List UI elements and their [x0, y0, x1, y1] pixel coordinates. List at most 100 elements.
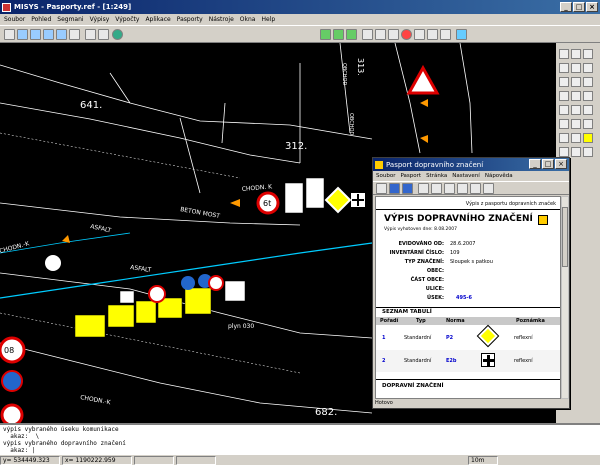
copy-icon[interactable] — [559, 105, 569, 115]
raster-icon[interactable] — [456, 29, 467, 40]
main-toolbar — [0, 25, 600, 43]
grid-icon[interactable] — [375, 29, 386, 40]
area-icon[interactable] — [559, 147, 569, 157]
menu-nastroje[interactable]: Nástroje — [209, 16, 234, 23]
field-value-usek[interactable]: 495-6 — [456, 295, 472, 301]
report-logo-icon — [538, 215, 548, 225]
dialog-minimize-button[interactable]: _ — [529, 159, 541, 169]
dialog-help-icon[interactable] — [483, 183, 494, 194]
dialog-settings-icon[interactable] — [470, 183, 481, 194]
symbol-tool-icon[interactable] — [571, 91, 581, 101]
status-scale: 10m — [468, 455, 498, 465]
street-obchod-2: OBCHOD — [348, 113, 354, 135]
dialog-scroll-thumb[interactable] — [562, 207, 568, 267]
cmd-line: výpis vybraného dopravního značení — [3, 440, 126, 447]
menu-vypisy[interactable]: Výpisy — [90, 16, 110, 23]
parcel-682: 682. — [315, 407, 337, 418]
attribute-icon[interactable] — [559, 133, 569, 143]
dialog-menu-pasport[interactable]: Pasport — [400, 173, 421, 179]
next-record-icon[interactable] — [402, 183, 413, 194]
maximize-button[interactable]: □ — [573, 2, 585, 12]
redo-icon[interactable] — [571, 49, 581, 59]
parcel-312: 312. — [285, 141, 307, 152]
redraw-icon[interactable] — [69, 29, 80, 40]
cmd-line: výpis vybraného úseku komunikace — [3, 426, 119, 433]
prev-record-icon[interactable] — [389, 183, 400, 194]
move-icon[interactable] — [571, 77, 581, 87]
menu-soubor[interactable]: Soubor — [4, 16, 25, 23]
minimize-button[interactable]: _ — [560, 2, 572, 12]
field-label-usek: ÚSEK: — [427, 295, 444, 301]
sign-tool-icon[interactable] — [583, 133, 593, 143]
row-norm: P2 — [446, 335, 454, 341]
menubar: Soubor Pohled Segmani Výpisy Výpočty Apl… — [0, 14, 600, 25]
dialog-menu-soubor[interactable]: Soubor — [376, 173, 395, 179]
zoom-all-icon[interactable] — [56, 29, 67, 40]
find-icon[interactable] — [440, 29, 451, 40]
select-icon[interactable] — [414, 29, 425, 40]
edit-vertex-icon[interactable] — [559, 77, 569, 87]
hatch-tool-icon[interactable] — [583, 91, 593, 101]
table-row[interactable]: 1 Standardní P2 reflexní — [376, 324, 560, 349]
dialog-copy-icon[interactable] — [444, 183, 455, 194]
query-icon[interactable] — [571, 133, 581, 143]
street-chodn-k-3: CHODN.-K — [80, 394, 112, 406]
layer-toggle-2-icon[interactable] — [333, 29, 344, 40]
speed-sign-number: 6t — [263, 199, 271, 208]
row-type: Standardní — [404, 335, 432, 341]
zoom-out-icon[interactable] — [30, 29, 41, 40]
menu-segmani[interactable]: Segmani — [57, 16, 83, 23]
close-button[interactable]: × — [586, 2, 598, 12]
dialog-menu-stranka[interactable]: Stránka — [426, 173, 447, 179]
dialog-scrollbar[interactable] — [561, 196, 569, 399]
mirror-icon[interactable] — [571, 105, 581, 115]
menu-aplikace[interactable]: Aplikace — [145, 16, 170, 23]
status-empty-1 — [134, 455, 174, 465]
first-record-icon[interactable] — [376, 183, 387, 194]
pan-tool-icon[interactable] — [4, 29, 15, 40]
dialog-close-button[interactable]: × — [555, 159, 567, 169]
command-console[interactable]: výpis vybraného úseku komunikace akaz: \… — [0, 423, 600, 454]
zoom-in-icon[interactable] — [17, 29, 28, 40]
menu-help[interactable]: Help — [261, 16, 275, 23]
cmd-input[interactable]: akaz: | — [3, 447, 597, 454]
draw-polyline-icon[interactable] — [571, 63, 581, 73]
angle-icon[interactable] — [583, 147, 593, 157]
dialog-menu-nastaveni[interactable]: Nastavení — [452, 173, 480, 179]
break-icon[interactable] — [583, 119, 593, 129]
layers-icon[interactable] — [98, 29, 109, 40]
print-icon[interactable] — [85, 29, 96, 40]
text-tool-icon[interactable] — [559, 91, 569, 101]
trim-icon[interactable] — [559, 119, 569, 129]
globe-icon[interactable] — [112, 29, 123, 40]
layer-toggle-3-icon[interactable] — [346, 29, 357, 40]
rotate-icon[interactable] — [583, 77, 593, 87]
menu-pasporty[interactable]: Pasporty — [177, 16, 203, 23]
dialog-maximize-button[interactable]: □ — [542, 159, 554, 169]
extend-icon[interactable] — [571, 119, 581, 129]
zoom-window-icon[interactable] — [43, 29, 54, 40]
dialog-print-icon[interactable] — [418, 183, 429, 194]
menu-vypocty[interactable]: Výpočty — [115, 16, 139, 23]
stop-icon[interactable] — [401, 29, 412, 40]
draw-arc-icon[interactable] — [583, 63, 593, 73]
length-icon[interactable] — [571, 147, 581, 157]
scale-icon[interactable] — [583, 105, 593, 115]
dialog-preview-icon[interactable] — [431, 183, 442, 194]
delete-icon[interactable] — [583, 49, 593, 59]
dialog-menu-napoveda[interactable]: Nápověda — [485, 173, 513, 179]
menu-pohled[interactable]: Pohled — [31, 16, 51, 23]
section-title-tabule: SEZNAM TABULÍ — [382, 309, 432, 315]
dialog-find-icon[interactable] — [457, 183, 468, 194]
undo-icon[interactable] — [559, 49, 569, 59]
measure-icon[interactable] — [388, 29, 399, 40]
table-row[interactable]: 2 Standardní E2b reflexní — [376, 350, 560, 372]
parcel-313: 313. — [356, 58, 365, 76]
priority-road-sign-icon — [476, 324, 500, 348]
layer-toggle-1-icon[interactable] — [320, 29, 331, 40]
dialog-report[interactable]: Výpis z pasportu dopravních značek VÝPIS… — [375, 196, 561, 399]
menu-okna[interactable]: Okna — [240, 16, 256, 23]
snap-icon[interactable] — [362, 29, 373, 40]
info-icon[interactable] — [427, 29, 438, 40]
draw-line-icon[interactable] — [559, 63, 569, 73]
